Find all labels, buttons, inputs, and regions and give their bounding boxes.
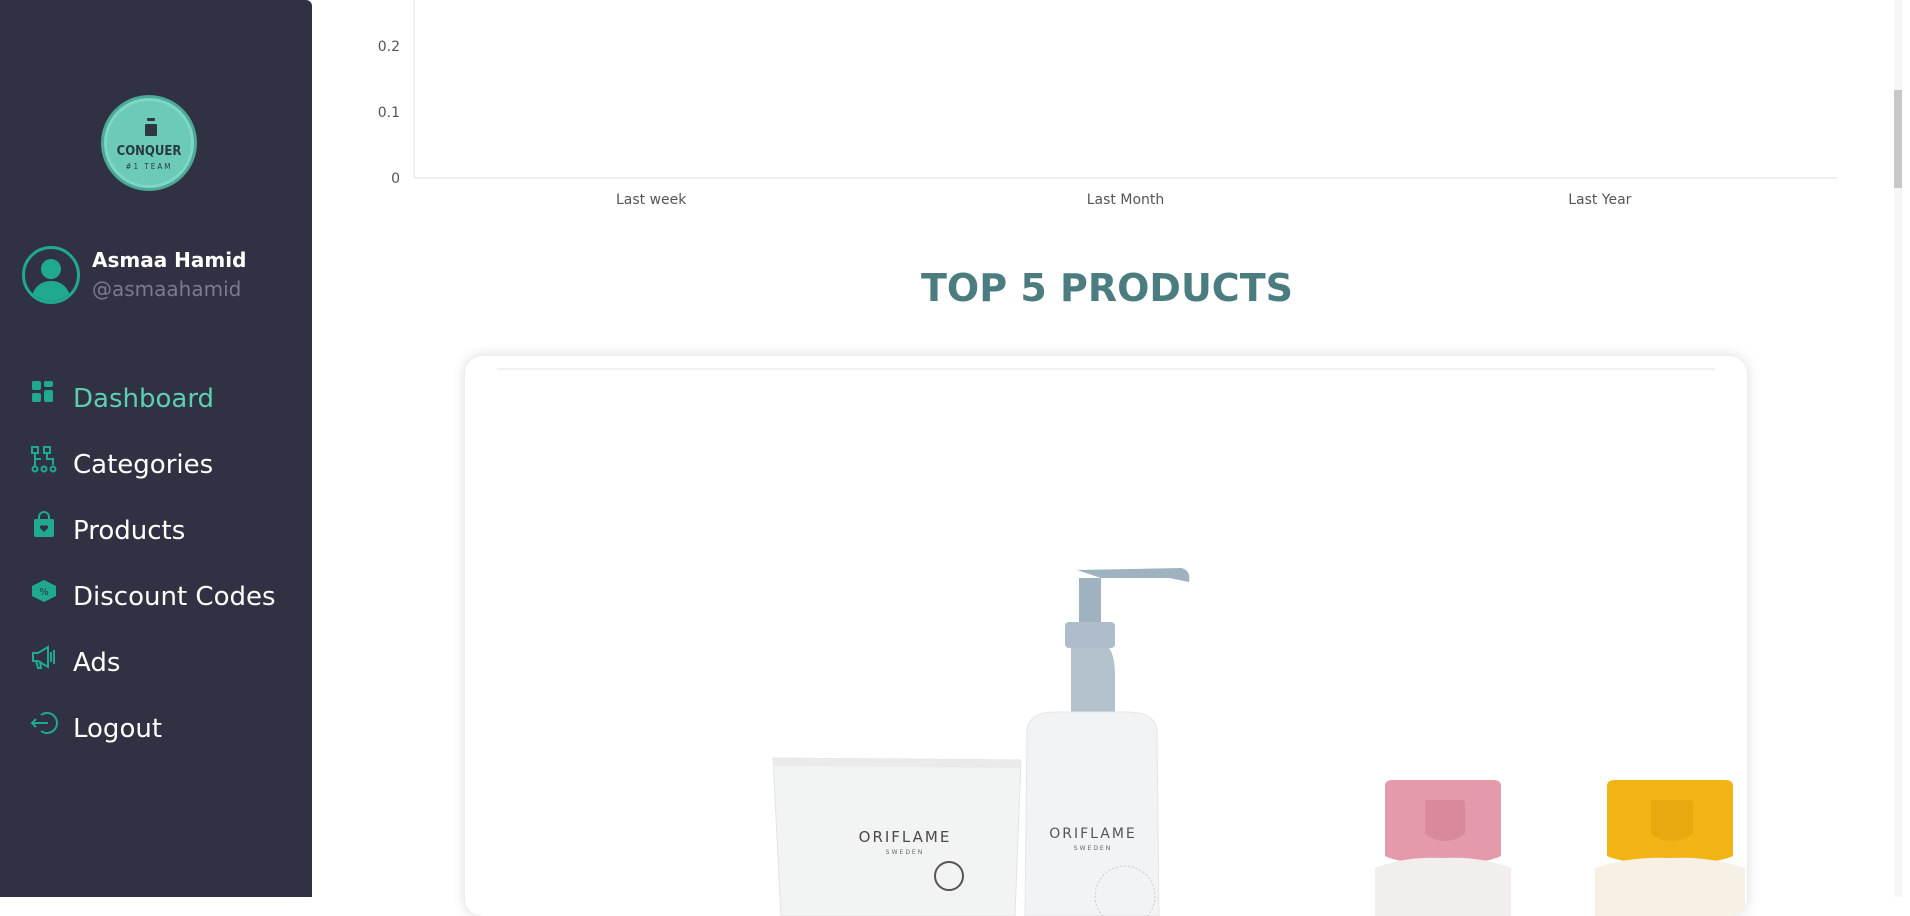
product-brand-label: ORIFLAME (859, 828, 952, 846)
product-card[interactable]: ORIFLAME SWEDEN ORIFLAME SWEDEN (465, 356, 1747, 916)
sidebar-item-discount-codes[interactable]: % Discount Codes (30, 564, 276, 630)
logo-text-secondary: #1 TEAM (125, 162, 173, 171)
product-image: ORIFLAME SWEDEN ORIFLAME SWEDEN (772, 568, 1745, 916)
product-origin-label: SWEDEN (1074, 845, 1112, 852)
main-content: 0 0.1 0.2 Last week Last Month Last Year TOP… (312, 0, 1902, 916)
profile-handle: @asmaahamid (92, 277, 242, 301)
profile-name: Asmaa Hamid (92, 248, 247, 272)
y-tick-label: 0.1 (378, 105, 400, 121)
sidebar-item-logout[interactable]: Logout (30, 696, 276, 762)
sidebar-item-categories[interactable]: Categories (30, 432, 276, 498)
sidebar-item-label: Discount Codes (73, 582, 276, 612)
sidebar-item-label: Products (73, 516, 186, 546)
sidebar: CONQUER #1 TEAM Asmaa Hamid @asmaahamid … (0, 0, 312, 897)
dashboard-icon (32, 381, 53, 402)
logout-icon (30, 712, 58, 734)
sidebar-item-label: Categories (73, 450, 214, 480)
sidebar-item-label: Logout (73, 714, 163, 744)
product-brand-label: ORIFLAME (1049, 826, 1137, 842)
discount-ticket-icon: % (32, 580, 56, 602)
y-tick-label: 0.2 (378, 39, 400, 55)
sidebar-item-ads[interactable]: Ads (30, 630, 276, 696)
brand-logo[interactable]: CONQUER #1 TEAM (101, 95, 197, 191)
x-tick-label: Last week (616, 192, 687, 208)
y-tick-label: 0 (391, 171, 400, 187)
x-tick-label: Last Month (1087, 192, 1165, 208)
categories-icon (31, 446, 57, 473)
sidebar-nav: Dashboard Categories Products % Discount… (30, 366, 276, 762)
brand-logo-icon (145, 118, 157, 136)
sidebar-item-label: Ads (73, 648, 121, 678)
sidebar-item-label: Dashboard (73, 384, 215, 414)
logo-text-primary: CONQUER (116, 144, 182, 159)
product-origin-label: SWEDEN (886, 849, 924, 856)
user-avatar-icon (31, 259, 71, 301)
stats-chart: 0 0.1 0.2 Last week Last Month Last Year (378, 0, 1837, 208)
user-profile: Asmaa Hamid @asmaahamid (22, 246, 246, 304)
x-tick-label: Last Year (1568, 192, 1631, 208)
megaphone-icon (32, 645, 55, 669)
sidebar-item-products[interactable]: Products (30, 498, 276, 564)
scrollbar-thumb[interactable] (1894, 90, 1902, 188)
section-title: TOP 5 PRODUCTS (921, 266, 1293, 310)
scrollbar[interactable] (1894, 0, 1902, 897)
avatar[interactable] (22, 246, 80, 304)
svg-text:%: % (39, 587, 49, 598)
sidebar-item-dashboard[interactable]: Dashboard (30, 366, 276, 432)
shopping-bag-icon (34, 511, 54, 537)
